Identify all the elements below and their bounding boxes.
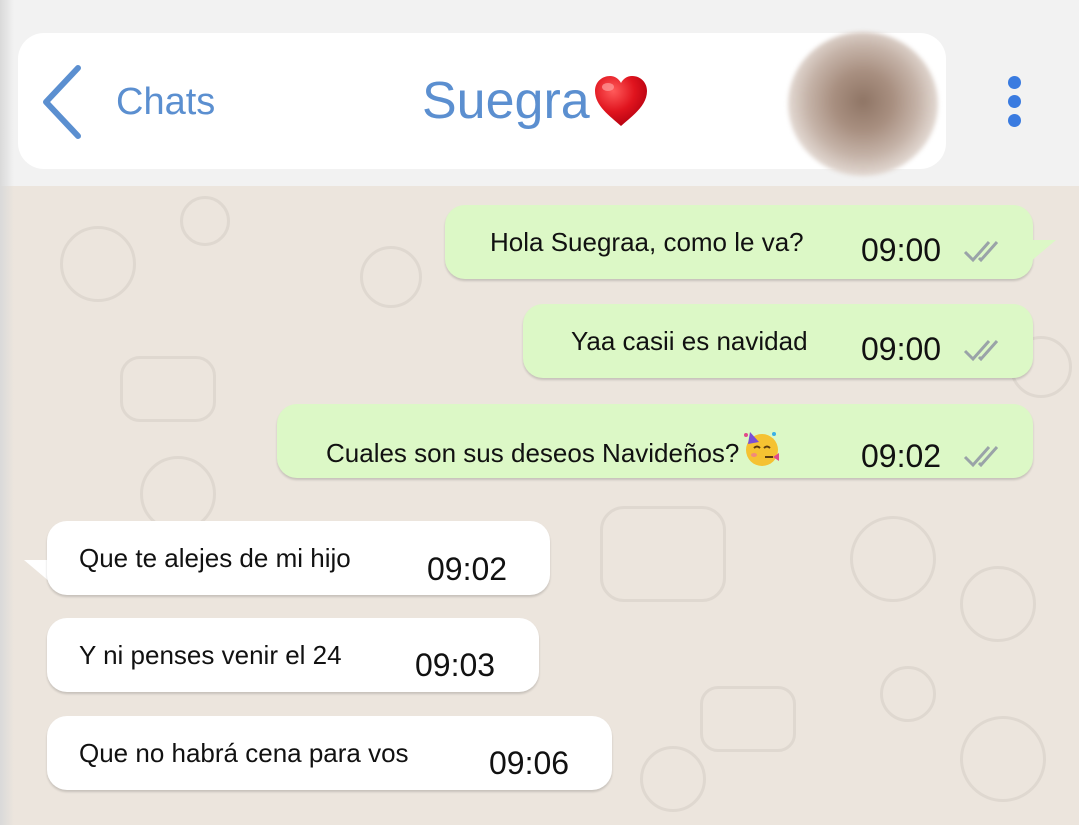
contact-avatar[interactable] bbox=[788, 32, 938, 176]
wallpaper-doodle bbox=[120, 356, 216, 422]
wallpaper-doodle bbox=[180, 196, 230, 246]
chevron-left-icon bbox=[43, 65, 81, 139]
message-text: Que no habrá cena para vos bbox=[79, 738, 409, 768]
contact-name: Suegra bbox=[422, 72, 590, 130]
menu-dot-icon bbox=[1008, 114, 1021, 127]
message-time: 09:06 bbox=[489, 745, 570, 781]
wallpaper-doodle bbox=[850, 516, 936, 602]
wallpaper-doodle bbox=[360, 246, 422, 308]
wallpaper-doodle bbox=[600, 506, 726, 602]
message-time: 09:02 bbox=[427, 551, 508, 587]
message-text: Y ni penses venir el 24 bbox=[79, 640, 342, 670]
back-button[interactable]: Chats bbox=[40, 62, 240, 142]
message-text-content: Cuales son sus deseos Navideños? bbox=[326, 438, 740, 468]
outgoing-message[interactable]: Yaa casii es navidad 09:00 bbox=[523, 304, 1033, 378]
wallpaper-doodle bbox=[640, 746, 706, 812]
bubble-tail bbox=[1030, 240, 1056, 262]
message-time: 09:00 bbox=[861, 331, 942, 367]
contact-title[interactable]: Suegra bbox=[422, 66, 650, 136]
message-text: Que te alejes de mi hijo bbox=[79, 543, 351, 573]
incoming-message[interactable]: Y ni penses venir el 24 09:03 bbox=[47, 618, 539, 692]
menu-dot-icon bbox=[1008, 76, 1021, 89]
wallpaper-doodle bbox=[960, 716, 1046, 802]
double-check-icon bbox=[963, 446, 999, 468]
message-time: 09:03 bbox=[415, 647, 496, 683]
outgoing-message[interactable]: Hola Suegraa, como le va? 09:00 bbox=[445, 205, 1033, 279]
incoming-message[interactable]: Que no habrá cena para vos 09:06 bbox=[47, 716, 612, 790]
wallpaper-doodle bbox=[960, 566, 1036, 642]
partying-face-emoji bbox=[744, 432, 780, 466]
wallpaper-doodle bbox=[700, 686, 796, 752]
back-label: Chats bbox=[116, 80, 216, 123]
message-time: 09:00 bbox=[861, 232, 942, 268]
left-edge-shadow bbox=[0, 0, 14, 825]
wallpaper-doodle bbox=[60, 226, 136, 302]
outgoing-message[interactable]: Cuales son sus deseos Navideños? 09:02 bbox=[277, 404, 1033, 478]
incoming-message[interactable]: Que te alejes de mi hijo 09:02 bbox=[47, 521, 550, 595]
more-options-button[interactable] bbox=[1000, 74, 1030, 128]
red-heart-icon bbox=[594, 76, 647, 126]
message-text: Yaa casii es navidad bbox=[571, 326, 808, 356]
double-check-icon bbox=[963, 340, 999, 362]
wallpaper-doodle bbox=[880, 666, 936, 722]
message-text: Hola Suegraa, como le va? bbox=[490, 227, 804, 257]
message-text: Cuales son sus deseos Navideños? bbox=[326, 426, 782, 469]
menu-dot-icon bbox=[1008, 95, 1021, 108]
message-time: 09:02 bbox=[861, 438, 942, 474]
double-check-icon bbox=[963, 241, 999, 263]
